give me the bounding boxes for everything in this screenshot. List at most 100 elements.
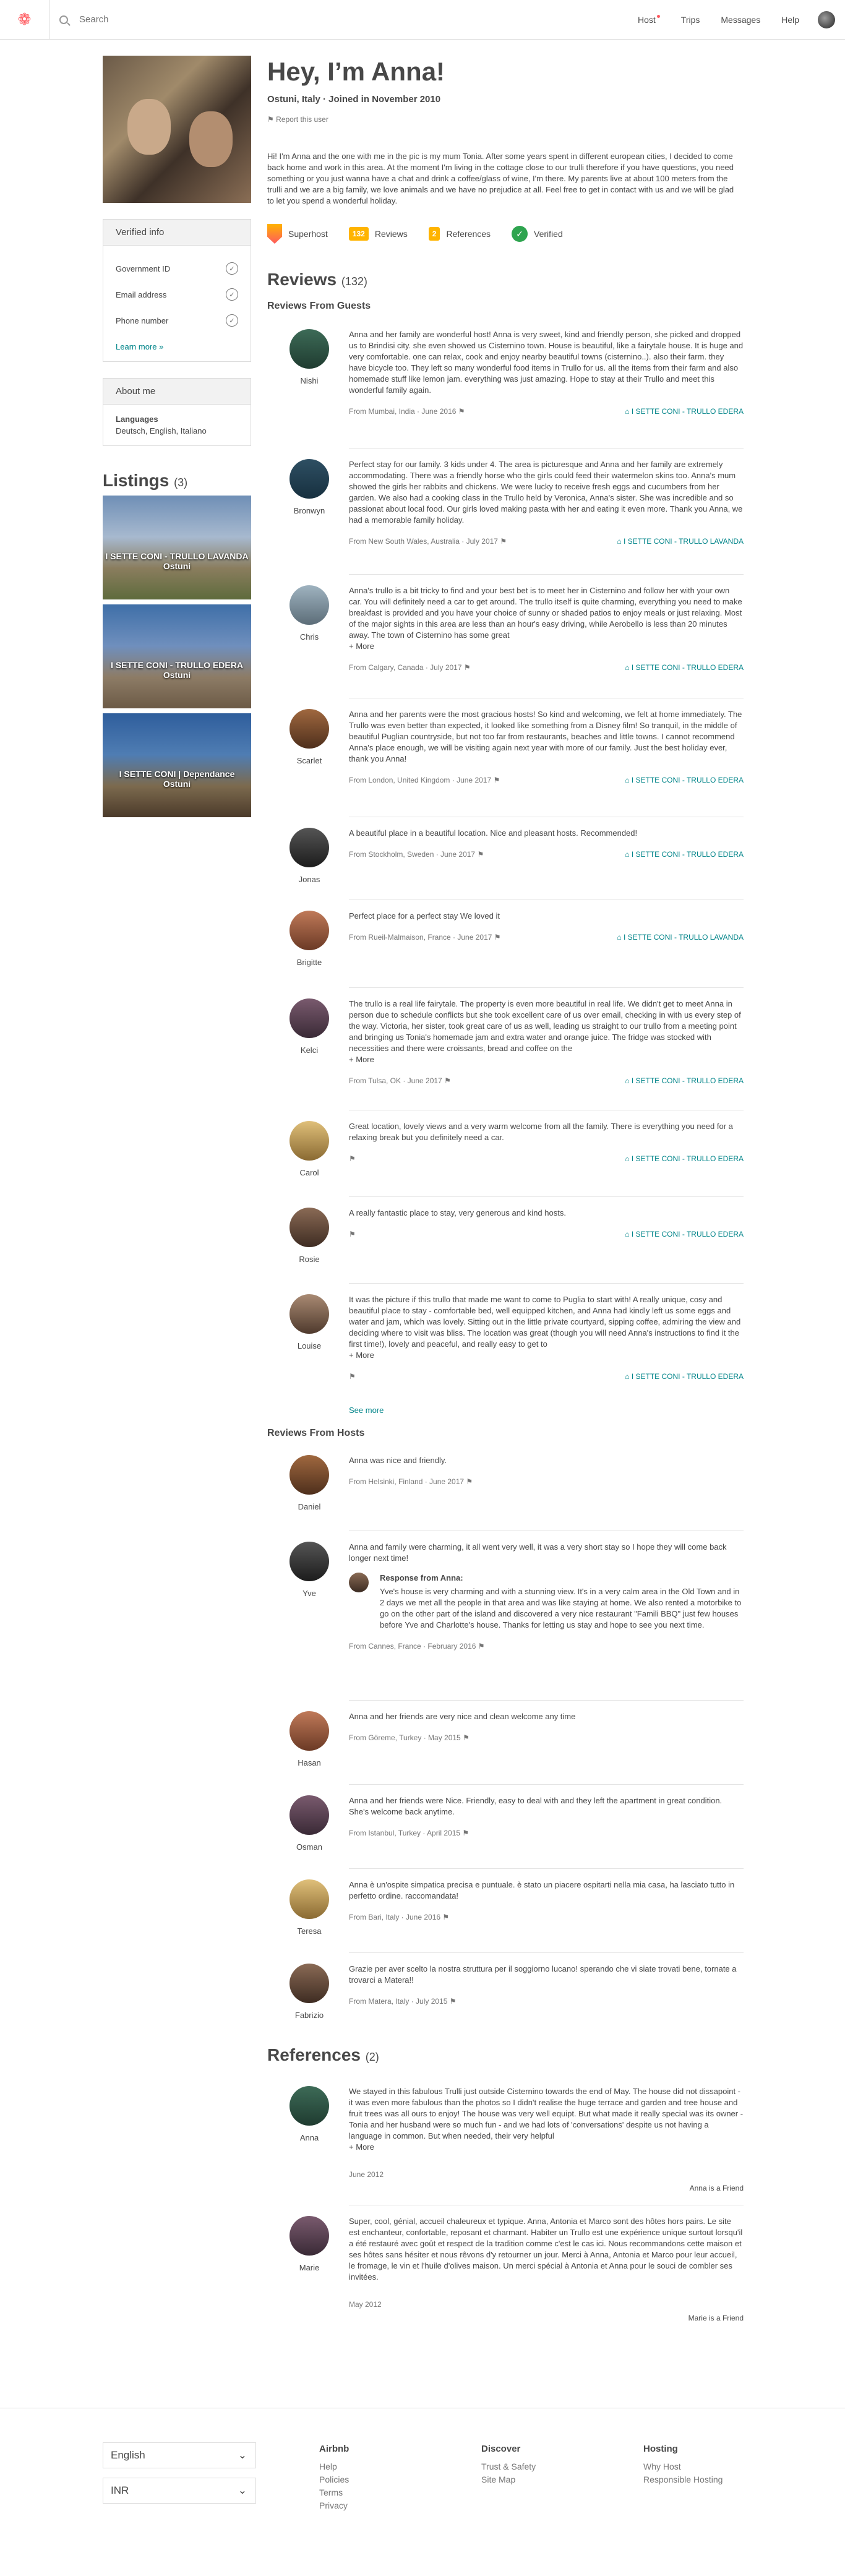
reviewer-name[interactable]: Scarlet	[288, 756, 330, 765]
referrer-name[interactable]: Anna	[288, 2133, 330, 2142]
flag-icon[interactable]: ⚑	[475, 850, 484, 859]
flag-icon[interactable]: ⚑	[447, 1997, 457, 2006]
reviewer-avatar[interactable]	[290, 1964, 329, 2003]
reviewer[interactable]: Daniel	[288, 1455, 330, 1511]
reviewer[interactable]: Jonas	[288, 828, 330, 884]
flag-icon[interactable]: ⚑	[462, 663, 471, 672]
footer-link[interactable]: Policies	[319, 2473, 349, 2486]
flag-icon[interactable]: ⚑	[476, 1642, 485, 1651]
reviewer-avatar[interactable]	[290, 709, 329, 749]
flag-icon[interactable]: ⚑	[440, 1913, 449, 1921]
nav-messages[interactable]: Messages	[721, 15, 760, 25]
reviewer[interactable]: Teresa	[288, 1879, 330, 1936]
reviewer[interactable]: Louise	[288, 1294, 330, 1350]
footer-link[interactable]: Trust & Safety	[481, 2460, 536, 2473]
reviewer-avatar[interactable]	[290, 585, 329, 625]
references-badge[interactable]: 2 References	[428, 227, 491, 241]
reviewer[interactable]: Fabrizio	[288, 1964, 330, 2020]
flag-icon[interactable]: ⚑	[464, 1477, 473, 1486]
review-listing-link[interactable]: ⌂ I SETTE CONI - TRULLO EDERA	[625, 662, 744, 673]
flag-icon[interactable]: ⚑	[491, 776, 500, 784]
reviewer-name[interactable]: Jonas	[288, 875, 330, 884]
reviewer-avatar[interactable]	[290, 1795, 329, 1835]
reviewer[interactable]: Chris	[288, 585, 330, 642]
flag-icon[interactable]: ⚑	[349, 1154, 356, 1163]
referrer[interactable]: Anna	[288, 2086, 330, 2142]
reviewer-avatar[interactable]	[290, 1542, 329, 1581]
review-listing-link[interactable]: ⌂ I SETTE CONI - TRULLO EDERA	[625, 775, 744, 786]
reviewer[interactable]: Scarlet	[288, 709, 330, 765]
currency-select[interactable]: INR ⌄	[103, 2478, 256, 2504]
flag-icon[interactable]: ⚑	[460, 1829, 469, 1837]
reviewer-avatar[interactable]	[290, 998, 329, 1038]
reviewer[interactable]: Yve	[288, 1542, 330, 1598]
reviewer-name[interactable]: Bronwyn	[288, 506, 330, 515]
referrer-avatar[interactable]	[290, 2086, 329, 2126]
reviewer-name[interactable]: Fabrizio	[288, 2011, 330, 2020]
reviewer-avatar[interactable]	[290, 1294, 329, 1334]
flag-icon[interactable]: ⚑	[349, 1230, 356, 1239]
flag-icon[interactable]: ⚑	[492, 933, 501, 942]
search-bar[interactable]: Search	[59, 14, 109, 25]
footer-link[interactable]: Why Host	[643, 2460, 723, 2473]
reviewer[interactable]: Nishi	[288, 329, 330, 385]
nav-help[interactable]: Help	[781, 15, 799, 25]
reviewer[interactable]: Hasan	[288, 1711, 330, 1767]
review-listing-link[interactable]: ⌂ I SETTE CONI - TRULLO EDERA	[625, 849, 744, 860]
more-link[interactable]: + More	[349, 1350, 744, 1361]
user-avatar[interactable]	[818, 11, 835, 28]
footer-link[interactable]: Help	[319, 2460, 349, 2473]
reviewer[interactable]: Carol	[288, 1121, 330, 1177]
footer-link[interactable]: Site Map	[481, 2473, 536, 2486]
reviewer-name[interactable]: Hasan	[288, 1758, 330, 1767]
flag-icon[interactable]: ⚑	[442, 1076, 451, 1085]
footer-link[interactable]: Responsible Hosting	[643, 2473, 723, 2486]
reviewer-avatar[interactable]	[290, 1879, 329, 1919]
reviewer[interactable]: Rosie	[288, 1208, 330, 1264]
learn-more-link[interactable]: Learn more »	[116, 342, 238, 351]
search-input[interactable]: Search	[79, 14, 109, 25]
review-listing-link[interactable]: ⌂ I SETTE CONI - TRULLO LAVANDA	[617, 932, 744, 943]
airbnb-logo[interactable]: ❁	[0, 0, 49, 40]
footer-link[interactable]: Terms	[319, 2486, 349, 2499]
reviewer-avatar[interactable]	[290, 329, 329, 369]
reviewer-name[interactable]: Chris	[288, 632, 330, 642]
nav-host[interactable]: Host	[617, 15, 660, 25]
review-listing-link[interactable]: ⌂ I SETTE CONI - TRULLO EDERA	[625, 406, 744, 417]
review-listing-link[interactable]: ⌂ I SETTE CONI - TRULLO EDERA	[625, 1075, 744, 1086]
flag-icon[interactable]: ⚑	[456, 407, 465, 416]
reviewer-avatar[interactable]	[290, 1455, 329, 1495]
reviewer[interactable]: Brigitte	[288, 911, 330, 967]
reviewer-name[interactable]: Carol	[288, 1168, 330, 1177]
nav-trips[interactable]: Trips	[681, 15, 700, 25]
review-listing-link[interactable]: ⌂ I SETTE CONI - TRULLO EDERA	[625, 1229, 744, 1240]
reviewer-avatar[interactable]	[290, 1208, 329, 1247]
reviewer-avatar[interactable]	[290, 828, 329, 867]
more-link[interactable]: + More	[349, 2142, 744, 2153]
reviewer-name[interactable]: Louise	[288, 1341, 330, 1350]
reviewer-name[interactable]: Brigitte	[288, 958, 330, 967]
reviewer-name[interactable]: Rosie	[288, 1255, 330, 1264]
more-link[interactable]: + More	[349, 1054, 744, 1065]
reviewer-name[interactable]: Daniel	[288, 1502, 330, 1511]
see-more-link[interactable]: See more	[349, 1406, 384, 1415]
flag-icon[interactable]: ⚑	[461, 1733, 470, 1742]
review-listing-link[interactable]: ⌂ I SETTE CONI - TRULLO LAVANDA	[617, 536, 744, 547]
referrer-name[interactable]: Marie	[288, 2263, 330, 2272]
review-listing-link[interactable]: ⌂ I SETTE CONI - TRULLO EDERA	[625, 1153, 744, 1164]
reviewer-avatar[interactable]	[290, 1121, 329, 1161]
reviewer-name[interactable]: Osman	[288, 1842, 330, 1852]
listing-card[interactable]: I SETTE CONI - TRULLO LAVANDA Ostuni	[103, 496, 251, 599]
reviewer[interactable]: Kelci	[288, 998, 330, 1055]
reviewer-avatar[interactable]	[290, 1711, 329, 1751]
review-listing-link[interactable]: ⌂ I SETTE CONI - TRULLO EDERA	[625, 1371, 744, 1382]
more-link[interactable]: + More	[349, 641, 744, 652]
listing-card[interactable]: I SETTE CONI - TRULLO EDERA Ostuni	[103, 604, 251, 708]
language-select[interactable]: English ⌄	[103, 2442, 256, 2468]
flag-icon[interactable]: ⚑	[498, 537, 507, 546]
referrer-avatar[interactable]	[290, 2216, 329, 2256]
reviewer-avatar[interactable]	[290, 911, 329, 950]
flag-icon[interactable]: ⚑	[349, 1372, 356, 1381]
reviewer-name[interactable]: Nishi	[288, 376, 330, 385]
listing-card[interactable]: I SETTE CONI | Dependance Ostuni	[103, 713, 251, 817]
